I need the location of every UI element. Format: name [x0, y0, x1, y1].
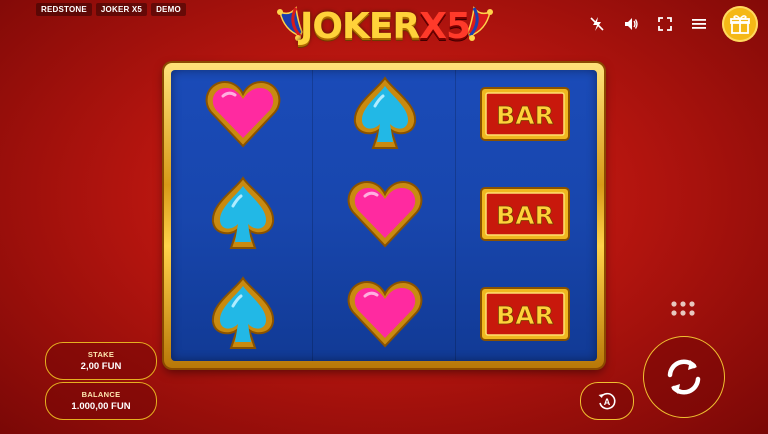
menu-button[interactable] — [688, 13, 710, 35]
provider-tag: REDSTONE — [36, 3, 92, 16]
heart-symbol — [203, 74, 283, 154]
autoplay-icon: A — [598, 392, 616, 410]
spade-symbol — [345, 74, 425, 154]
bar-symbol: BAR — [479, 286, 571, 342]
logo-main: JOKER — [299, 6, 420, 47]
stake-display[interactable]: STAKE 2,00 FUN — [45, 342, 157, 380]
game-tags: REDSTONE JOKER X5 DEMO — [36, 3, 186, 16]
gift-button[interactable] — [722, 6, 758, 42]
reel-divider — [312, 70, 313, 361]
fullscreen-icon — [658, 17, 672, 31]
stake-label: STAKE — [87, 350, 115, 359]
reel-divider — [455, 70, 456, 361]
heart-symbol — [345, 274, 425, 354]
bet-options-button[interactable] — [670, 300, 696, 318]
lightning-off-icon — [590, 17, 604, 31]
mode-tag: DEMO — [151, 3, 186, 16]
svg-text:A: A — [604, 397, 611, 407]
top-toolbar — [586, 6, 758, 42]
svg-text:BAR: BAR — [496, 301, 554, 330]
turbo-toggle-button[interactable] — [586, 13, 608, 35]
spade-symbol — [203, 274, 283, 354]
balance-display: BALANCE 1.000,00 FUN — [45, 382, 157, 420]
sound-toggle-button[interactable] — [620, 13, 642, 35]
spade-symbol — [203, 174, 283, 254]
game-logo: JOKERX5 — [272, 2, 498, 52]
speaker-icon — [625, 18, 638, 30]
gift-icon — [730, 15, 750, 34]
heart-symbol — [345, 174, 425, 254]
fullscreen-button[interactable] — [654, 13, 676, 35]
svg-text:BAR: BAR — [496, 201, 554, 230]
spin-icon — [667, 359, 701, 395]
balance-value: 1.000,00 FUN — [71, 401, 131, 412]
menu-icon — [692, 19, 706, 29]
autoplay-button[interactable]: A — [580, 382, 634, 420]
spin-button[interactable] — [643, 336, 725, 418]
reels-frame: BAR BAR BAR — [164, 63, 604, 368]
game-name-tag: JOKER X5 — [95, 3, 148, 16]
stake-value: 2,00 FUN — [80, 361, 122, 372]
bet-options-grid-icon — [671, 301, 695, 316]
logo-text: JOKERX5 — [272, 6, 498, 47]
svg-text:BAR: BAR — [496, 101, 554, 130]
reels-area: BAR BAR BAR — [171, 70, 597, 361]
bar-symbol: BAR — [479, 86, 571, 142]
logo-suffix: X5 — [419, 6, 471, 47]
balance-label: BALANCE — [81, 390, 121, 399]
bar-symbol: BAR — [479, 186, 571, 242]
